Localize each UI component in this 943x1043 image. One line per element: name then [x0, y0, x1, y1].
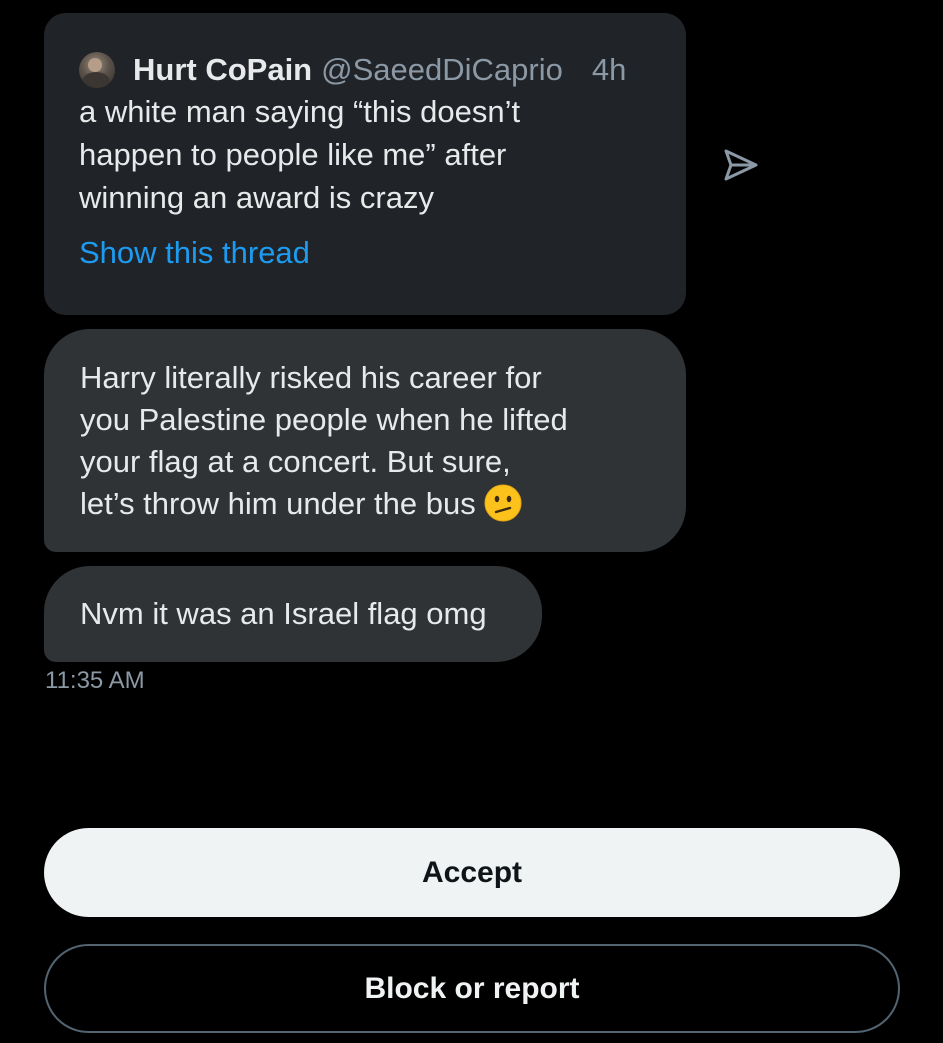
confused-face-emoji-icon [484, 484, 522, 522]
accept-button[interactable]: Accept [44, 828, 900, 917]
share-dm-icon[interactable] [720, 145, 760, 185]
author-handle[interactable]: @SaeedDiCaprio [321, 52, 563, 88]
author-name[interactable]: Hurt CoPain [133, 52, 312, 88]
tweet-time: 4h [591, 52, 627, 87]
message-bubble[interactable]: Nvm it was an Israel flag omg [44, 566, 542, 662]
tweet-header: Hurt CoPain @SaeedDiCaprio 4h [79, 51, 652, 89]
show-thread-link[interactable]: Show this thread [79, 235, 310, 271]
tweet-text: a white man saying “this doesn’t happen … [79, 94, 521, 215]
author-avatar[interactable] [79, 52, 115, 88]
message-bubble[interactable]: Harry literally risked his career for yo… [44, 329, 686, 552]
quoted-tweet-card[interactable]: Hurt CoPain @SaeedDiCaprio 4h a white ma… [44, 13, 686, 315]
message-text: Nvm it was an Israel flag omg [80, 596, 487, 631]
message-timestamp: 11:35 AM [45, 667, 145, 694]
block-or-report-button[interactable]: Block or report [44, 944, 900, 1033]
